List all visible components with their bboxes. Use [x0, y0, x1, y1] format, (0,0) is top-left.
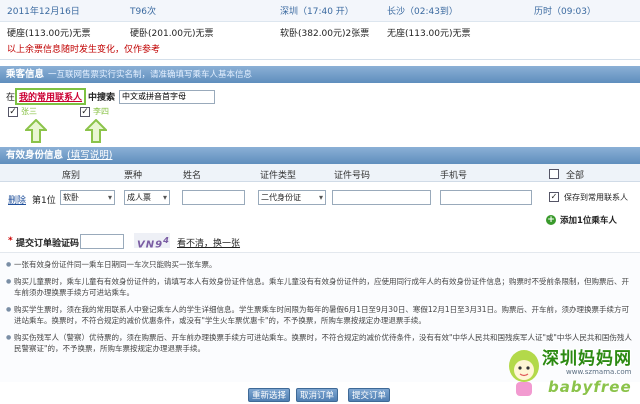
- passenger-section-title: 乘客信息: [6, 69, 45, 80]
- id-section-header: 有效身份信息 (填写说明): [0, 147, 640, 164]
- to-station: 长沙（02:43到）: [387, 7, 458, 17]
- trip-header-row: 2011年12月16日 T96次 深圳（17:40 开） 长沙（02:43到） …: [0, 0, 640, 22]
- add-passenger-button[interactable]: + 添加1位乘车人: [546, 214, 617, 226]
- ticket-type-select[interactable]: 成人票: [124, 190, 170, 205]
- seat-availability-row: 硬座(113.00元)无票 硬卧(201.00元)无票 软卧(382.00元)2…: [0, 22, 640, 42]
- refresh-captcha-link[interactable]: 看不清，换一张: [177, 236, 240, 249]
- up-arrow-icon: [85, 119, 107, 143]
- passenger-option-1[interactable]: ✓ 张三: [8, 106, 37, 117]
- captcha-row: * 提交订单验证码: VN94 看不清，换一张: [0, 233, 640, 251]
- id-type-select[interactable]: 二代身份证: [258, 190, 326, 205]
- from-station: 深圳（17:40 开）: [280, 7, 354, 17]
- id-section-title: 有效身份信息: [6, 150, 64, 161]
- captcha-image: VN94: [134, 233, 170, 251]
- note-item: 一张有效身份证件同一乘车日期同一车次只能购买一张车票。: [6, 259, 634, 270]
- seat-class-select[interactable]: 软卧: [60, 190, 115, 205]
- trip-duration: 历时（09:03）: [534, 7, 596, 17]
- passenger-position: 第1位: [32, 196, 56, 206]
- mascot-logo-icon: [509, 350, 539, 396]
- captcha-code-sup: 4: [163, 235, 170, 245]
- submit-order-button[interactable]: 提交订单: [348, 388, 390, 402]
- passenger-section-note: 一互联网售票实行实名制，请准确填写乘车人基本信息: [48, 70, 253, 80]
- passenger-option-2[interactable]: ✓ 李四: [80, 106, 109, 117]
- save-contact-label: 保存到常用联系人: [564, 193, 628, 202]
- search-label: 中搜索: [88, 93, 116, 103]
- seat-hard-sleeper: 硬卧(201.00元)无票: [130, 28, 214, 39]
- passenger-name: 张三: [21, 107, 37, 116]
- col-name: 姓名: [183, 171, 202, 181]
- seat-no-seat: 无座(113.00元)无票: [387, 28, 471, 39]
- id-number-input[interactable]: [332, 190, 431, 205]
- fill-instructions-link[interactable]: (填写说明): [67, 150, 112, 161]
- note-item: 购买儿童票时，乘车儿童有有效身份证件的，请填写本人有效身份证件信息。乘车儿童没有…: [6, 276, 634, 298]
- col-phone: 手机号: [440, 171, 468, 181]
- col-seat-class: 席别: [62, 171, 81, 181]
- select-all-label: 全部: [566, 171, 585, 181]
- passenger-section-header: 乘客信息 一互联网售票实行实名制，请准确填写乘车人基本信息: [0, 66, 640, 83]
- col-id-type: 证件类型: [260, 171, 297, 181]
- add-passenger-label: 添加1位乘车人: [560, 216, 617, 226]
- site-watermark: 深圳妈妈网 www.szmama.com babyfree: [506, 340, 640, 404]
- delete-link[interactable]: 删除: [8, 193, 26, 206]
- search-prefix: 在: [6, 93, 16, 103]
- select-all-checkbox[interactable]: [549, 169, 559, 179]
- watermark-brand: babyfree: [548, 378, 632, 396]
- checkmark-icon[interactable]: ✓: [80, 106, 90, 117]
- col-ticket-type: 票种: [124, 171, 143, 181]
- checkmark-icon[interactable]: ✓: [8, 106, 18, 117]
- frequent-contacts-link[interactable]: 我的常用联系人: [15, 88, 87, 105]
- availability-warning: 以上余票信息随时发生变化，仅作参考: [7, 45, 161, 55]
- captcha-label: 提交订单验证码:: [16, 239, 83, 249]
- passenger-name: 李四: [93, 107, 109, 116]
- train-number: T96次: [130, 7, 156, 17]
- up-arrow-icon: [25, 119, 47, 143]
- required-star: *: [8, 236, 13, 246]
- passenger-table-header: 席别 票种 姓名 证件类型 证件号码 手机号 全部: [0, 164, 640, 182]
- save-contact-checkbox[interactable]: ✓: [549, 192, 559, 202]
- name-input[interactable]: [182, 190, 245, 205]
- plus-icon: +: [546, 215, 556, 225]
- watermark-url: www.szmama.com: [566, 368, 632, 376]
- captcha-code: VN9: [137, 239, 164, 251]
- cancel-order-button[interactable]: 取消订单: [296, 388, 338, 402]
- captcha-input[interactable]: [80, 234, 124, 249]
- seat-hard-seat: 硬座(113.00元)无票: [7, 28, 91, 39]
- watermark-title: 深圳妈妈网: [542, 349, 632, 369]
- col-id-number: 证件号码: [334, 171, 371, 181]
- passenger-row: 删除 第1位 软卧 成人票 二代身份证 ✓ 保存到常用联系人: [0, 190, 640, 210]
- contact-search-line: 在 我的常用联系人 中搜索: [6, 88, 216, 105]
- phone-input[interactable]: [440, 190, 532, 205]
- reselect-button[interactable]: 重新选择: [248, 388, 290, 402]
- passenger-picker: 在 我的常用联系人 中搜索 ✓ 张三 ✓ 李四: [0, 83, 640, 146]
- trip-date: 2011年12月16日: [7, 7, 80, 17]
- note-item: 购买学生票时，须在我的常用联系人中登记乘车人的学生详细信息。学生票乘车时间限为每…: [6, 304, 634, 326]
- trip-info-table: 2011年12月16日 T96次 深圳（17:40 开） 长沙（02:43到） …: [0, 0, 640, 60]
- contact-search-input[interactable]: [119, 89, 216, 104]
